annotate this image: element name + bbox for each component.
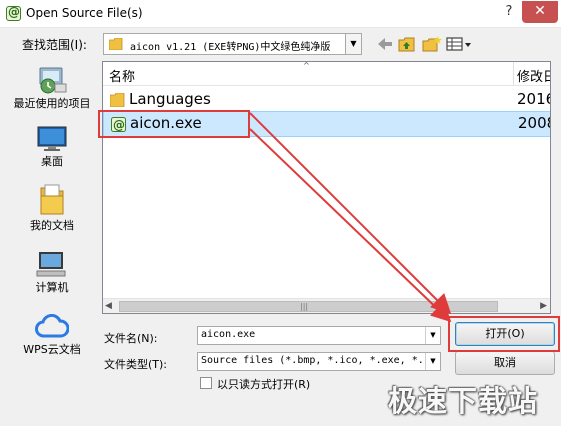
place-desktop[interactable]: 桌面 — [10, 126, 94, 168]
file-date: 2008 — [518, 114, 550, 132]
place-label: 最近使用的项目 — [13, 97, 91, 110]
recent-places-icon — [39, 67, 67, 94]
filetype-value: Source files (*.bmp, *.ico, *.exe, *. — [201, 355, 424, 366]
column-header: 名称 ^ 修改日 — [103, 61, 550, 86]
desktop-icon — [37, 126, 67, 151]
lookin-dropdown[interactable]: aicon v1.21 (EXE转PNG)中文绿色纯净版 ▼ — [103, 33, 362, 55]
new-folder-icon[interactable] — [422, 36, 442, 52]
readonly-checkbox[interactable] — [200, 377, 212, 389]
grip-icon: ||| — [300, 302, 309, 311]
place-label: 计算机 — [35, 281, 69, 294]
place-label: 桌面 — [41, 155, 63, 168]
lookin-value: aicon v1.21 (EXE转PNG)中文绿色纯净版 — [130, 42, 331, 53]
watermark: 极速下载站 — [388, 384, 539, 418]
computer-icon — [36, 252, 66, 277]
help-button[interactable]: ? — [497, 4, 521, 22]
documents-icon — [40, 184, 64, 215]
chevron-down-icon[interactable]: ▼ — [425, 353, 440, 370]
filename-label: 文件名(N): — [104, 332, 158, 345]
filetype-dropdown[interactable]: Source files (*.bmp, *.ico, *.exe, *. ▼ — [197, 352, 441, 371]
place-label: 我的文档 — [30, 219, 74, 232]
folder-icon — [110, 93, 125, 107]
close-button[interactable]: ✕ — [522, 1, 558, 23]
window-title: Open Source File(s) — [26, 6, 143, 20]
up-folder-icon[interactable] — [398, 36, 416, 52]
lookin-label: 查找范围(I): — [22, 38, 87, 52]
place-recent[interactable]: 最近使用的项目 — [10, 64, 94, 110]
file-list[interactable]: 名称 ^ 修改日 Languages 2016 @ aicon.exe 2008… — [102, 61, 551, 314]
open-file-dialog: Open Source File(s) ? ✕ 查找范围(I): aicon v… — [0, 0, 561, 426]
scroll-right-icon[interactable]: ▶ — [540, 301, 547, 311]
folder-icon — [109, 38, 123, 50]
app-icon — [6, 5, 21, 21]
cloud-icon — [35, 314, 69, 338]
column-name[interactable]: 名称 — [109, 66, 135, 85]
filename-value: aicon.exe — [201, 329, 256, 340]
scroll-left-icon[interactable]: ◀ — [105, 301, 112, 311]
column-date[interactable]: 修改日 — [517, 66, 550, 85]
cancel-button[interactable]: 取消 — [455, 351, 555, 375]
file-date: 2016 — [517, 90, 550, 108]
sort-ascending-icon: ^ — [303, 61, 310, 70]
highlight-box-open — [448, 316, 560, 352]
back-arrow-icon[interactable] — [376, 36, 394, 52]
column-divider[interactable] — [513, 62, 514, 86]
title-bar: Open Source File(s) ? ✕ — [0, 0, 561, 28]
view-menu-icon[interactable] — [446, 36, 472, 52]
horizontal-scrollbar[interactable]: ◀ ||| ▶ — [103, 298, 550, 313]
readonly-label: 以只读方式打开(R) — [217, 378, 311, 391]
highlight-box-file — [98, 110, 250, 138]
filename-field[interactable]: aicon.exe ▼ — [197, 326, 441, 345]
place-label: WPS云文档 — [23, 343, 81, 356]
filetype-label: 文件类型(T): — [104, 358, 168, 371]
place-computer[interactable]: 计算机 — [10, 250, 94, 294]
chevron-down-icon[interactable]: ▼ — [425, 327, 440, 344]
place-wps-cloud[interactable]: WPS云文档 — [10, 314, 94, 356]
scrollbar-thumb[interactable]: ||| — [119, 301, 498, 312]
place-documents[interactable]: 我的文档 — [10, 184, 94, 232]
chevron-down-icon[interactable]: ▼ — [345, 34, 361, 54]
file-name: Languages — [129, 90, 211, 108]
